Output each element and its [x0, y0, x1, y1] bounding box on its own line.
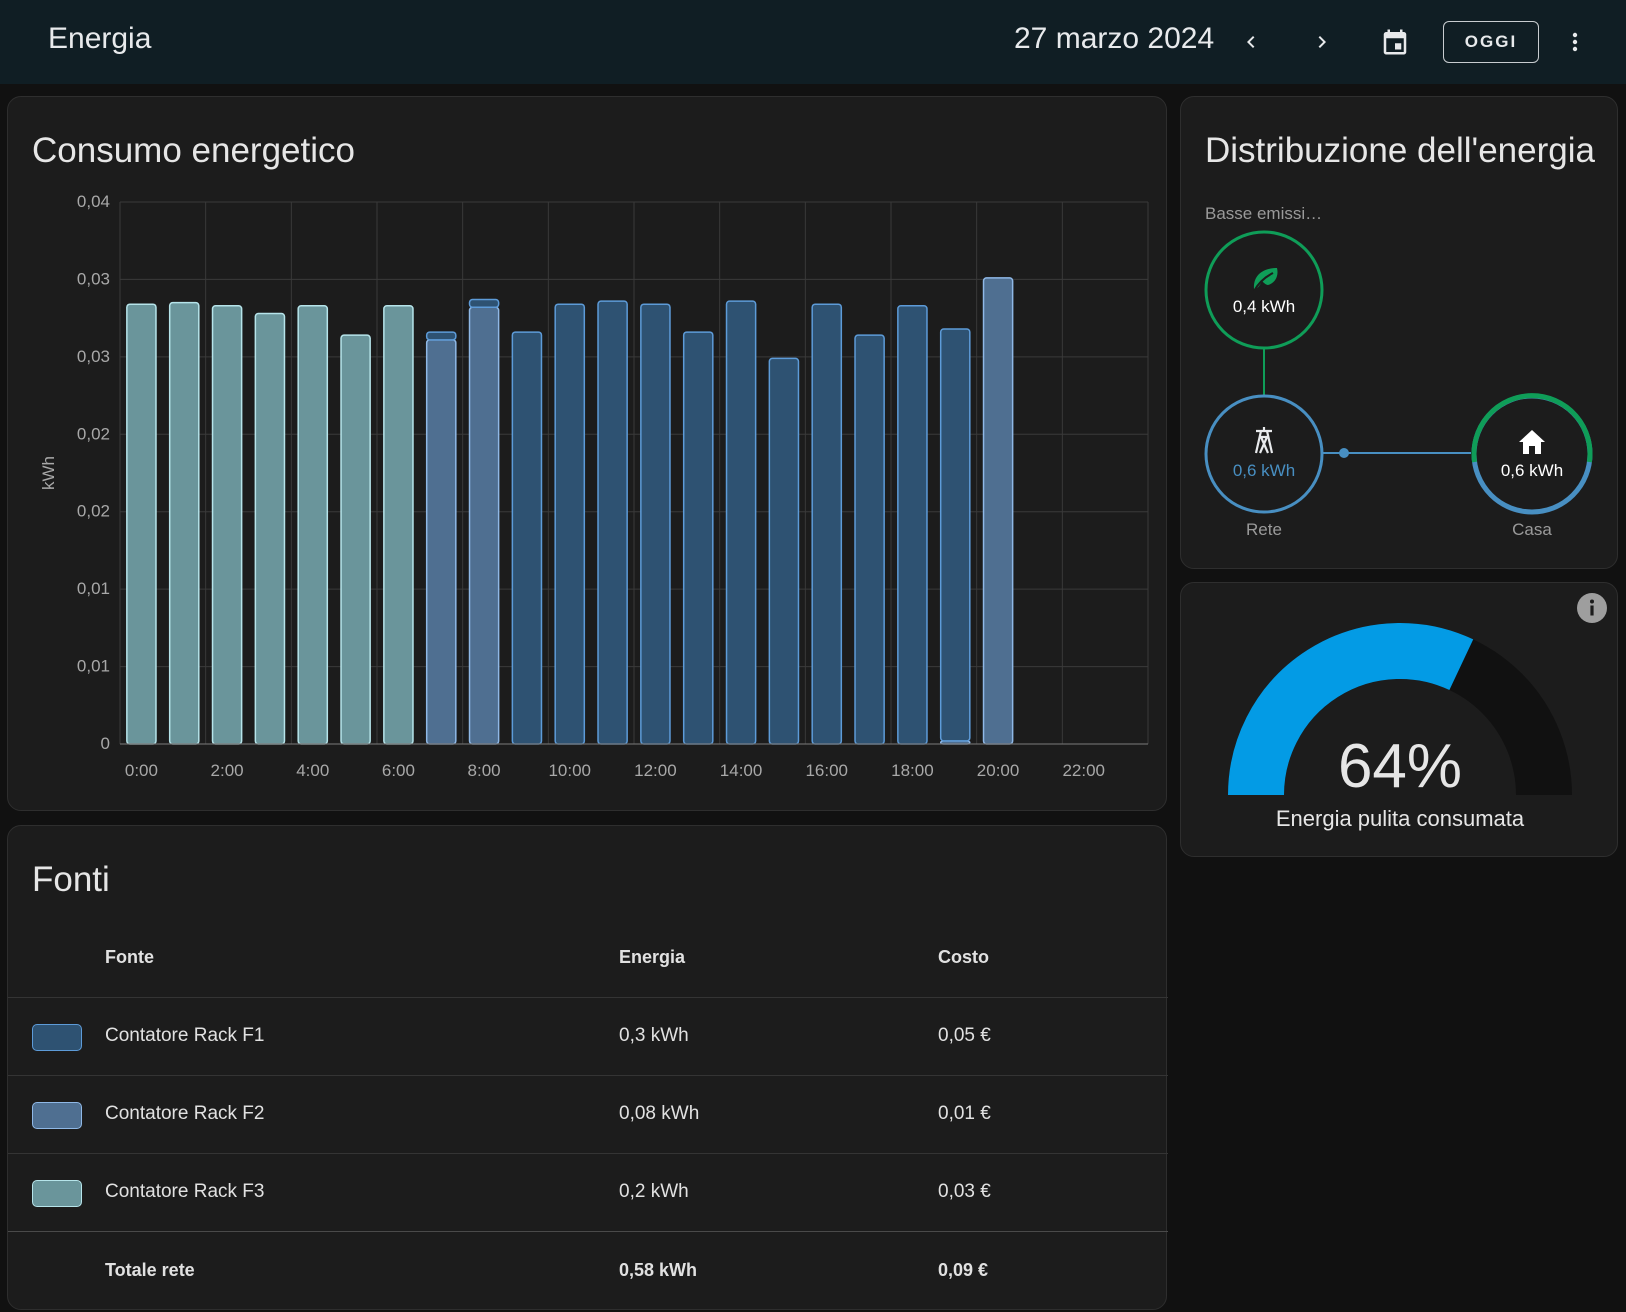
chevron-right-icon: [1318, 36, 1326, 48]
more-vertical-icon: [1572, 32, 1578, 52]
chart-bar: [254, 312, 286, 745]
chart-bar: [511, 331, 543, 745]
chart-bar: [597, 300, 628, 745]
y-tick-label: 0: [101, 734, 110, 753]
chart-bar: [468, 298, 500, 309]
chart-bar: [640, 303, 671, 745]
total-energy: 0,58 kWh: [619, 1260, 698, 1280]
consumption-card: Consumo energetico 0 0,01 0,01 0,02 0,02 0,03…: [7, 96, 1167, 811]
table-row: Contatore Rack F1 0,3 kWh 0,05 €: [8, 997, 1168, 1075]
today-button[interactable]: OGGI: [1443, 21, 1539, 63]
home-label: Casa: [1512, 520, 1552, 539]
page-title: Energia: [48, 22, 152, 55]
source-name: Contatore Rack F1: [105, 1025, 265, 1046]
x-tick-label: 8:00: [468, 761, 501, 780]
x-tick-label: 12:00: [634, 761, 677, 780]
grid-label: Rete: [1246, 520, 1282, 539]
chart-bar: [468, 306, 500, 745]
home-icon: [1519, 430, 1545, 454]
transmission-tower-icon: [1254, 427, 1274, 454]
source-energy: 0,08 kWh: [619, 1103, 700, 1124]
chart-bar: [554, 303, 586, 745]
source-color-swatch: [32, 1024, 82, 1051]
source-name: Contatore Rack F2: [105, 1103, 265, 1124]
grid-node[interactable]: [1204, 394, 1324, 514]
column-header-source: Fonte: [105, 947, 154, 967]
x-tick-label: 0:00: [125, 761, 158, 780]
chart-bar: [854, 334, 885, 745]
home-node-clean-ring[interactable]: [1471, 393, 1593, 463]
source-cost: 0,03 €: [938, 1181, 991, 1202]
energy-distribution-card: Distribuzione dell'energia Basse emissi……: [1180, 96, 1618, 569]
y-axis-label: kWh: [39, 456, 58, 490]
chart-bar: [725, 300, 757, 745]
column-header-cost: Costo: [938, 947, 989, 967]
x-tick-label: 22:00: [1062, 761, 1105, 780]
chart-bar: [211, 305, 243, 745]
x-tick-label: 6:00: [382, 761, 415, 780]
x-tick-label: 18:00: [891, 761, 934, 780]
gauge-label: Energia pulita consumata: [1275, 806, 1525, 831]
source-energy: 0,3 kWh: [619, 1025, 689, 1046]
calendar-icon: [1383, 29, 1407, 55]
total-label: Totale rete: [105, 1260, 195, 1280]
sources-card: Fonti Fonte Energia Costo Contatore Rack…: [7, 825, 1168, 1310]
top-app-bar: Energia 27 marzo 2024 OGGI: [0, 0, 1626, 84]
y-tick-label: 0,02: [77, 502, 110, 521]
y-tick-label: 0,01: [77, 579, 110, 598]
table-total-row: Totale rete 0,58 kWh 0,09 €: [8, 1231, 1168, 1309]
flow-dot: [1339, 448, 1349, 458]
more-menu-button[interactable]: [1555, 22, 1595, 62]
y-tick-label: 0,03: [77, 269, 110, 288]
next-day-button[interactable]: [1302, 22, 1342, 62]
x-tick-label: 2:00: [211, 761, 244, 780]
table-row: Contatore Rack F2 0,08 kWh 0,01 €: [8, 1075, 1168, 1153]
column-header-energy: Energia: [619, 947, 686, 967]
chart-bar: [897, 305, 928, 745]
source-name: Contatore Rack F3: [105, 1181, 265, 1202]
sources-card-title: Fonti: [32, 860, 110, 899]
x-tick-label: 20:00: [977, 761, 1020, 780]
source-energy: 0,2 kWh: [619, 1181, 689, 1202]
chart-bar: [168, 301, 200, 745]
grid-value: 0,6 kWh: [1232, 461, 1296, 480]
home-value: 0,6 kWh: [1500, 461, 1564, 480]
x-tick-label: 16:00: [805, 761, 848, 780]
chart-bar: [383, 305, 414, 745]
chart-bar: [939, 328, 971, 742]
gauge-value: 64%: [1337, 732, 1463, 801]
clean-energy-gauge-card: 64% Energia pulita consumata: [1180, 582, 1618, 857]
source-color-swatch: [32, 1102, 82, 1129]
source-cost: 0,01 €: [938, 1103, 991, 1124]
chart-bar: [340, 334, 371, 745]
chart-bar: [768, 357, 800, 745]
source-cost: 0,05 €: [938, 1025, 991, 1046]
chart-bar: [811, 303, 843, 745]
energy-flow-diagram: [1204, 230, 1593, 515]
chart-bar: [982, 277, 1014, 745]
source-color-swatch: [32, 1180, 82, 1207]
calendar-button[interactable]: [1375, 22, 1415, 62]
y-tick-label: 0,03: [77, 347, 110, 366]
y-tick-label: 0,01: [77, 657, 110, 676]
y-tick-label: 0,04: [77, 192, 110, 211]
total-cost: 0,09 €: [938, 1260, 989, 1280]
chevron-left-icon: [1247, 36, 1255, 48]
chart-bar: [425, 331, 457, 341]
x-tick-label: 4:00: [296, 761, 329, 780]
chart-bar: [297, 305, 329, 745]
chart-bar: [682, 331, 714, 745]
x-tick-label: 10:00: [548, 761, 591, 780]
y-tick-label: 0,02: [77, 424, 110, 443]
x-tick-label: 14:00: [720, 761, 763, 780]
low-carbon-value: 0,4 kWh: [1232, 297, 1296, 316]
table-row: Contatore Rack F3 0,2 kWh 0,03 €: [8, 1153, 1168, 1231]
previous-day-button[interactable]: [1231, 22, 1271, 62]
low-carbon-node[interactable]: [1204, 230, 1324, 350]
leaf-icon: [1253, 268, 1278, 292]
consumption-chart: 0 0,01 0,01 0,02 0,02 0,03 0,03 0,04 0:00 2:00 4:0…: [39, 192, 1149, 780]
chart-bar: [425, 339, 457, 745]
chart-bar: [126, 303, 157, 745]
date-label: 27 marzo 2024: [1014, 22, 1215, 55]
